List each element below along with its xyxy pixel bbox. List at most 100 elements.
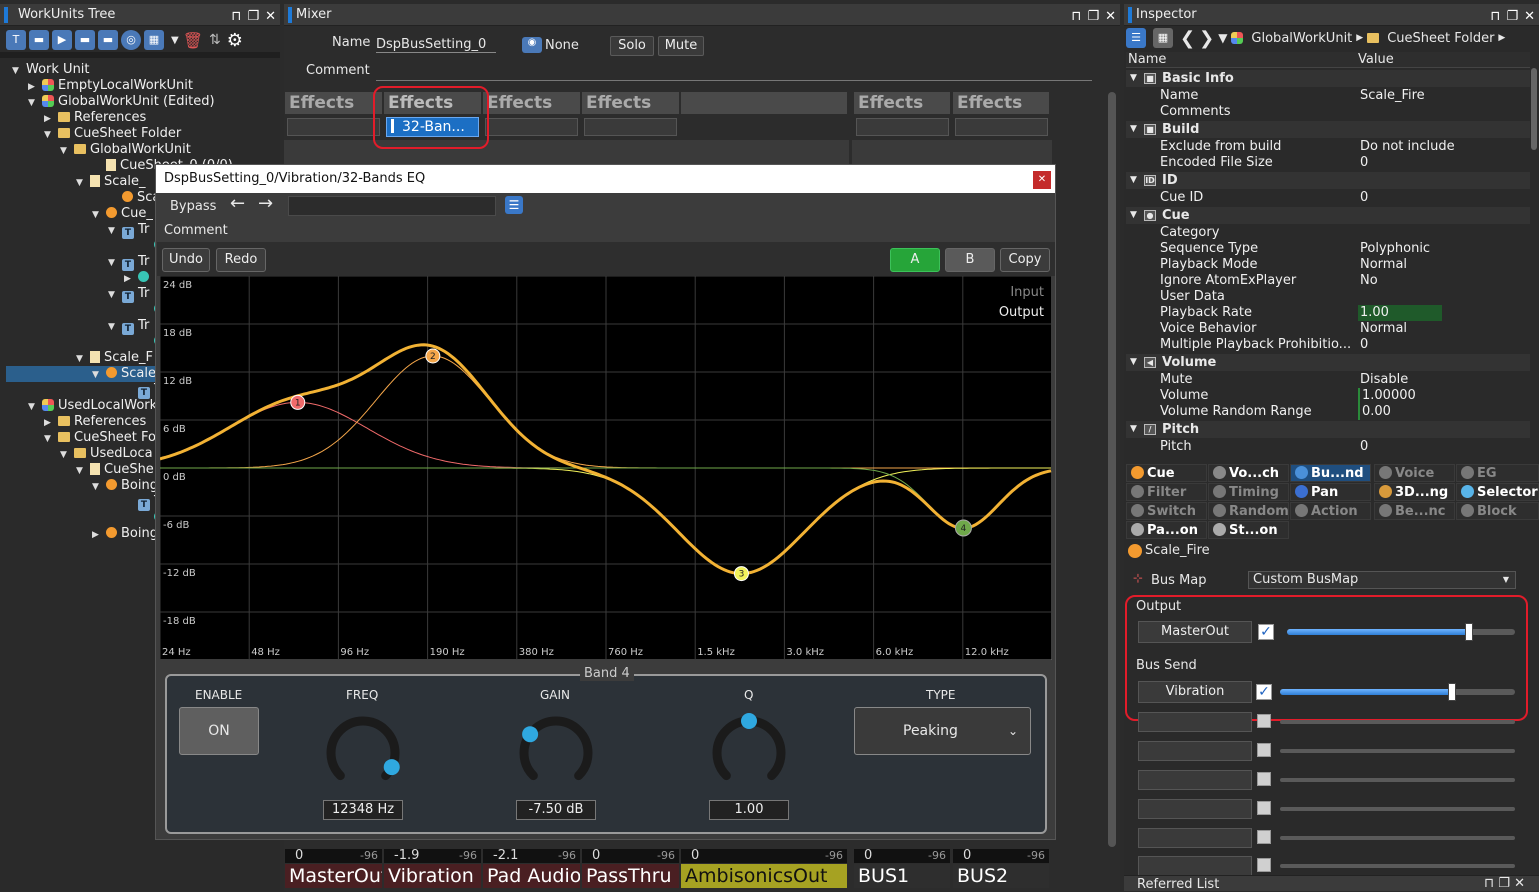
tree-item[interactable]: TTr xyxy=(0,494,165,511)
tree-item[interactable]: ▼ Scale_F xyxy=(0,350,153,366)
property-row[interactable]: Playback Mode Normal xyxy=(1126,257,1530,273)
property-row[interactable]: Volume Random Range 0.00 xyxy=(1126,404,1530,420)
q-knob[interactable] xyxy=(712,716,786,781)
q-value-field[interactable]: 1.00 xyxy=(709,800,789,820)
send-level-slider[interactable] xyxy=(1280,836,1515,840)
tree-item[interactable]: ▶ Boing xyxy=(0,526,158,542)
breadcrumb-folder[interactable]: CueSheet Folder xyxy=(1387,31,1494,46)
tree-item[interactable]: ▶ References xyxy=(0,414,146,430)
property-row[interactable]: Comments xyxy=(1126,104,1530,120)
expand-toggle-icon[interactable]: ▼ xyxy=(60,447,74,463)
empty-bus-button[interactable] xyxy=(1138,828,1252,848)
close-icon[interactable]: ✕ xyxy=(265,6,276,28)
section-pitch[interactable]: ▼ / Pitch xyxy=(1126,421,1530,438)
property-value[interactable]: Normal xyxy=(1360,321,1407,337)
pin-icon[interactable]: ⊓ xyxy=(1071,6,1081,28)
dialog-close-button[interactable]: ✕ xyxy=(1033,171,1051,189)
property-value[interactable]: Scale_Fire xyxy=(1360,88,1425,104)
list-view-icon[interactable]: ☰ xyxy=(1126,28,1146,48)
back-arrow-icon[interactable]: ❮ xyxy=(1180,28,1195,49)
send-level-slider[interactable] xyxy=(1280,778,1515,782)
tree-item[interactable]: ▶ xyxy=(0,270,149,286)
circle-tool-icon[interactable]: ◎ xyxy=(121,30,141,50)
float-icon[interactable]: ❐ xyxy=(247,6,259,28)
expand-toggle-icon[interactable]: ▼ xyxy=(92,207,106,223)
history-dropdown-icon[interactable]: ▼ xyxy=(1218,31,1227,45)
freq-value-field[interactable]: 12348 Hz xyxy=(323,800,403,820)
expand-toggle-icon[interactable]: ▶ xyxy=(92,527,106,543)
send-disabled-checkbox[interactable] xyxy=(1257,714,1271,728)
close-icon[interactable]: ✕ xyxy=(1105,6,1116,28)
property-row[interactable]: Name Scale_Fire xyxy=(1126,88,1530,104)
section-id[interactable]: ▼ ID ID xyxy=(1126,172,1530,189)
enable-toggle-button[interactable]: ON xyxy=(179,707,259,755)
snapshot-camera-icon[interactable]: ◉ xyxy=(522,37,542,53)
close-icon[interactable]: ✕ xyxy=(1524,6,1535,28)
tree-item[interactable]: ▼ GlobalWorkUnit xyxy=(0,142,191,158)
property-value[interactable]: 1.00000 xyxy=(1358,388,1416,404)
arrow-right-icon[interactable]: → xyxy=(258,193,273,214)
expand-toggle-icon[interactable]: ▶ xyxy=(28,79,42,95)
tree-item[interactable]: ▼ CueSheet Fo xyxy=(0,430,156,446)
tree-item[interactable]: ▼ Boing xyxy=(0,478,158,494)
expand-toggle-icon[interactable]: ▼ xyxy=(76,351,90,367)
tab-cue[interactable]: Cue xyxy=(1126,464,1207,482)
tree-item[interactable]: ▼ Scale_ xyxy=(0,174,145,190)
empty-bus-button[interactable] xyxy=(1138,770,1252,790)
section-basic[interactable]: ▼ ■ Basic Info xyxy=(1126,70,1530,87)
property-value[interactable]: 1.00 xyxy=(1358,305,1442,321)
effect-slot-empty[interactable] xyxy=(287,118,380,136)
tab-vo-ch[interactable]: Vo...ch xyxy=(1208,464,1289,482)
strip-name-label[interactable]: Vibration xyxy=(384,864,481,888)
empty-bus-button[interactable] xyxy=(1138,712,1252,732)
send-disabled-checkbox[interactable] xyxy=(1257,801,1271,815)
send-disabled-checkbox[interactable] xyxy=(1257,743,1271,757)
tab-selector[interactable]: Selector xyxy=(1456,483,1539,501)
pin-icon[interactable]: ⊓ xyxy=(231,6,241,28)
tree-item[interactable]: ▶ References xyxy=(0,110,146,126)
tree-item[interactable] xyxy=(0,334,165,350)
collapse-icon[interactable]: ▼ xyxy=(1130,354,1137,371)
collapse-icon[interactable]: ▼ xyxy=(1130,70,1137,87)
collapse-icon[interactable]: ▼ xyxy=(1130,207,1137,224)
strip-name-label[interactable]: MasterOut xyxy=(285,864,382,888)
property-value[interactable]: No xyxy=(1360,273,1378,289)
send-disabled-checkbox[interactable] xyxy=(1257,772,1271,786)
tab-random[interactable]: Random xyxy=(1208,502,1289,520)
strip-name-label[interactable]: BUS1 xyxy=(854,864,950,888)
send-level-slider[interactable] xyxy=(1280,720,1515,724)
redo-button[interactable]: Redo xyxy=(216,248,266,272)
collapse-icon[interactable]: ▼ xyxy=(1130,421,1137,438)
tab-switch[interactable]: Switch xyxy=(1126,502,1207,520)
arrow-left-icon[interactable]: ← xyxy=(230,193,245,214)
compare-b-button[interactable]: B xyxy=(945,248,995,272)
tab-pan[interactable]: Pan xyxy=(1290,483,1371,501)
dropdown-icon[interactable]: ▼ xyxy=(171,35,179,46)
clapper-icon[interactable]: ▬ xyxy=(29,30,49,50)
film-view-icon[interactable]: ▦ xyxy=(1153,28,1173,48)
settings-gear-icon[interactable]: ⚙ xyxy=(227,30,243,51)
expand-toggle-icon[interactable]: ▼ xyxy=(76,175,90,191)
property-value[interactable]: 0 xyxy=(1360,439,1368,455)
sort-icon[interactable]: ⇅ xyxy=(209,32,221,48)
strip-name-label[interactable]: PassThru xyxy=(582,864,679,888)
expand-toggle-icon[interactable]: ▼ xyxy=(108,255,122,271)
eq-graph[interactable]: 24 Hz 48 Hz 96 Hz 190 Hz 380 Hz 760 Hz 1.5 kHz… xyxy=(160,276,1052,660)
play-sequence-icon[interactable]: ▶ xyxy=(52,30,72,50)
property-value[interactable]: Disable xyxy=(1360,372,1408,388)
expand-toggle-icon[interactable]: ▼ xyxy=(44,431,58,447)
expand-toggle-icon[interactable]: ▼ xyxy=(12,63,26,79)
property-row[interactable]: Ignore AtomExPlayer No xyxy=(1126,273,1530,289)
empty-bus-button[interactable] xyxy=(1138,856,1252,876)
property-row[interactable]: Exclude from build Do not include xyxy=(1126,139,1530,155)
property-row[interactable]: Volume 1.00000 xyxy=(1126,388,1530,404)
property-row[interactable]: Mute Disable xyxy=(1126,372,1530,388)
bypass-label[interactable]: Bypass xyxy=(170,199,216,214)
expand-toggle-icon[interactable]: ▶ xyxy=(124,271,138,287)
snapshot-value[interactable]: None xyxy=(545,38,579,53)
tree-item[interactable]: Scale xyxy=(0,190,172,206)
send-level-slider[interactable] xyxy=(1280,864,1515,868)
tab-3d-ng[interactable]: 3D...ng xyxy=(1374,483,1455,501)
type-select[interactable]: Peaking ⌄ xyxy=(854,707,1031,755)
tab-timing[interactable]: Timing xyxy=(1208,483,1289,501)
